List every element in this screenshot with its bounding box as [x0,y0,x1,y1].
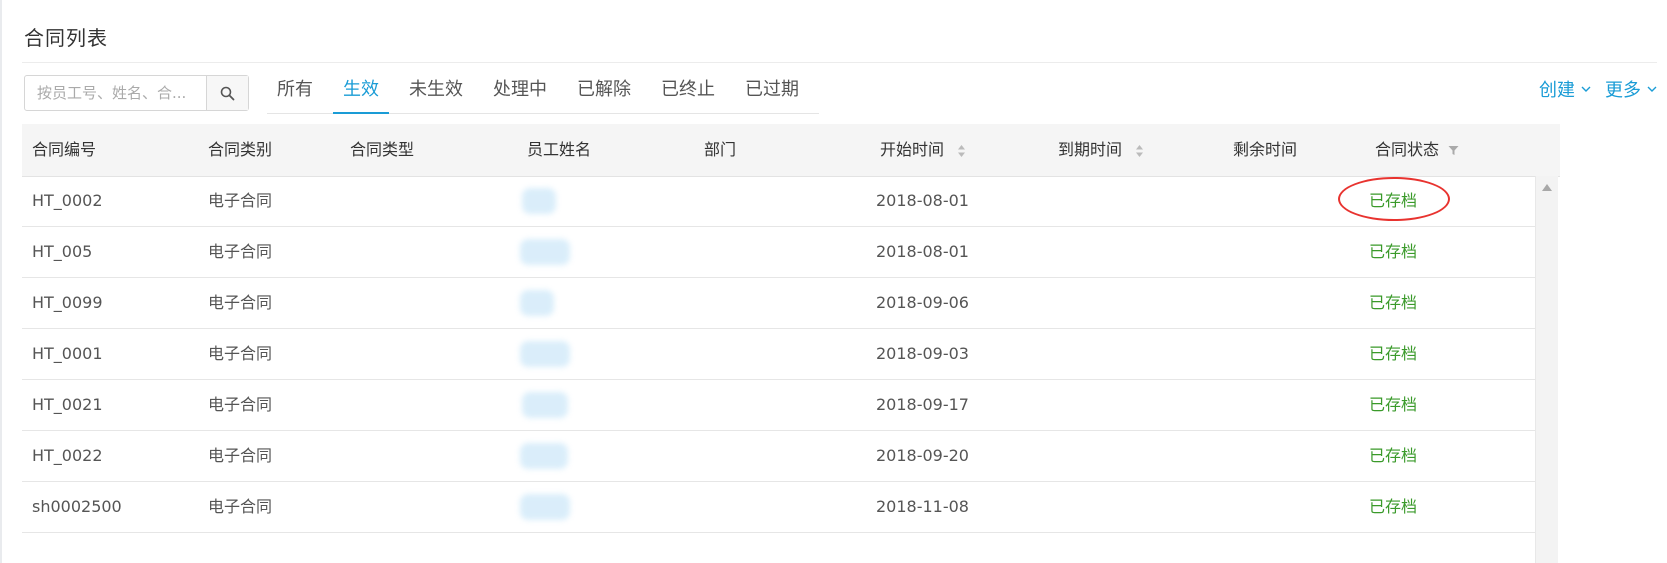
column-header-contract-status[interactable]: 合同状态 [1375,124,1459,176]
cell-start-time: 2018-09-17 [876,395,969,414]
vertical-scrollbar[interactable] [1535,176,1558,563]
create-label: 创建 [1539,80,1575,101]
cell-contract-category: 电子合同 [208,446,273,465]
cell-contract-category: 电子合同 [208,242,273,261]
search-button[interactable] [206,76,248,110]
tab-expired[interactable]: 已过期 [735,75,809,113]
search-icon [220,86,235,100]
status-tabs: 所有 生效 未生效 处理中 已解除 已终止 已过期 [267,75,819,114]
table-header: 合同编号 合同类别 合同类型 员工姓名 部门 开始时间 到期时间 剩余时间 合同… [22,124,1560,177]
more-dropdown[interactable]: 更多 [1605,76,1657,102]
cell-contract-no[interactable]: HT_0021 [32,380,103,430]
tab-dissolved[interactable]: 已解除 [567,75,641,113]
blurred-employee-name [522,392,568,418]
cell-contract-category: 电子合同 [208,395,273,414]
blurred-employee-name [520,443,568,469]
column-header-start-time[interactable]: 开始时间 [880,124,966,176]
blurred-employee-name [520,239,570,265]
table-row[interactable]: HT_0021 电子合同 2018-09-17 已存档 [22,380,1535,431]
blurred-employee-name [520,494,570,520]
create-dropdown[interactable]: 创建 [1539,76,1591,102]
cell-contract-no[interactable]: HT_0022 [32,431,103,481]
column-header-contract-category: 合同类别 [208,140,273,159]
cell-contract-status: 已存档 [1369,191,1418,210]
cell-contract-status: 已存档 [1369,497,1418,516]
blurred-employee-name [520,341,570,367]
cell-contract-status: 已存档 [1369,446,1418,465]
chevron-down-icon [1647,86,1657,92]
cell-start-time: 2018-11-08 [876,497,969,516]
cell-contract-no[interactable]: HT_0099 [32,278,103,328]
sort-icon[interactable] [1135,144,1144,158]
cell-start-time: 2018-08-01 [876,191,969,210]
cell-start-time: 2018-08-01 [876,242,969,261]
blurred-employee-name [522,188,556,214]
table-row[interactable]: HT_0001 电子合同 2018-09-03 已存档 [22,329,1535,380]
column-header-remaining-time: 剩余时间 [1233,140,1298,159]
cell-contract-category: 电子合同 [208,344,273,363]
cell-contract-status: 已存档 [1369,293,1418,312]
tab-processing[interactable]: 处理中 [483,75,557,113]
header-actions: 创建 更多 [1539,76,1657,102]
page-title: 合同列表 [24,26,108,50]
cell-contract-no[interactable]: sh0002500 [32,482,122,532]
contract-status-label: 合同状态 [1375,140,1440,159]
search-input[interactable] [25,76,208,110]
chevron-down-icon [1581,86,1591,92]
search-box [24,75,249,111]
cell-contract-category: 电子合同 [208,293,273,312]
cell-contract-category: 电子合同 [208,497,273,516]
contract-list-panel: 合同列表 所有 生效 未生效 处理中 已解除 已终止 已过期 创建 更多 [0,0,1667,563]
blurred-employee-name [520,290,554,316]
tab-effective[interactable]: 生效 [333,75,389,114]
column-header-contract-no: 合同编号 [32,140,97,159]
cell-contract-status: 已存档 [1369,395,1418,414]
end-time-label: 到期时间 [1058,140,1123,159]
column-header-end-time[interactable]: 到期时间 [1058,124,1144,176]
title-divider [22,62,1657,63]
tab-all[interactable]: 所有 [267,75,323,113]
table-row[interactable]: HT_005 电子合同 2018-08-01 已存档 [22,227,1535,278]
column-header-contract-type: 合同类型 [350,140,415,159]
cell-start-time: 2018-09-20 [876,446,969,465]
cell-contract-no[interactable]: HT_0001 [32,329,103,379]
tab-not-effective[interactable]: 未生效 [399,75,473,113]
cell-contract-no[interactable]: HT_005 [32,227,92,277]
table-row[interactable]: HT_0099 电子合同 2018-09-06 已存档 [22,278,1535,329]
cell-start-time: 2018-09-03 [876,344,969,363]
sort-icon[interactable] [957,144,966,158]
scroll-up-arrow-icon[interactable] [1542,184,1552,191]
table-body: HT_0002 电子合同 2018-08-01 已存档 HT_005 电子合同 … [22,176,1535,533]
tab-terminated[interactable]: 已终止 [651,75,725,113]
column-header-department: 部门 [704,140,737,159]
more-label: 更多 [1605,80,1641,101]
cell-contract-category: 电子合同 [208,191,273,210]
cell-contract-status: 已存档 [1369,242,1418,261]
cell-contract-no[interactable]: HT_0002 [32,176,103,226]
table-row[interactable]: HT_0022 电子合同 2018-09-20 已存档 [22,431,1535,482]
cell-contract-status: 已存档 [1369,344,1418,363]
table-row[interactable]: HT_0002 电子合同 2018-08-01 已存档 [22,176,1535,227]
cell-start-time: 2018-09-06 [876,293,969,312]
start-time-label: 开始时间 [880,140,945,159]
filter-icon[interactable] [1448,145,1459,156]
column-header-employee-name: 员工姓名 [527,140,592,159]
table-row[interactable]: sh0002500 电子合同 2018-11-08 已存档 [22,482,1535,533]
